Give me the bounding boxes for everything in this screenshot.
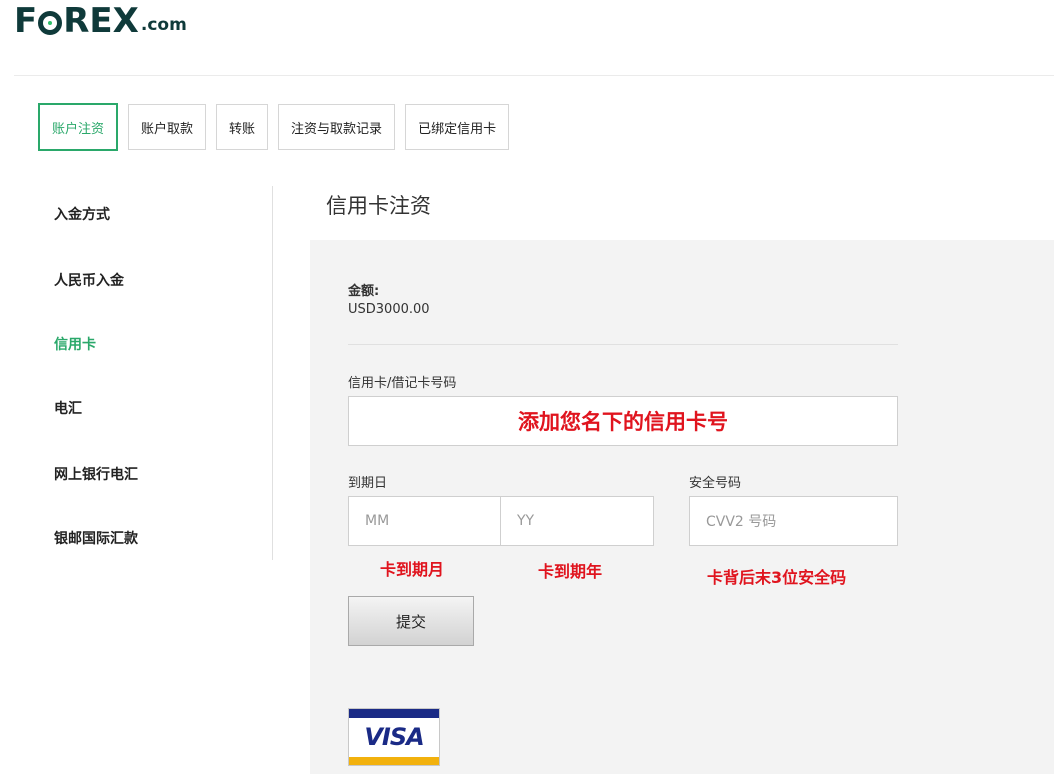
expiry-label: 到期日 [348,476,388,491]
sidebar-item-rmb-deposit[interactable]: 人民币入金 [54,270,124,290]
sidebar-item-online-bank-wire[interactable]: 网上银行电汇 [54,464,138,484]
tab-label: 已绑定信用卡 [418,121,497,137]
cvv-label: 安全号码 [689,476,742,491]
sidebar-item-deposit-methods[interactable]: 入金方式 [54,204,110,224]
visa-logo-icon: VISA [348,708,440,766]
logo-o-icon [38,11,63,35]
tab-label: 账户取款 [141,121,194,137]
logo-text-rex: REX [63,1,139,41]
submit-label: 提交 [395,612,426,631]
tab-history[interactable]: 注资与取款记录 [278,104,396,150]
card-number-label: 信用卡/借记卡号码 [348,376,457,391]
visa-text: VISA [364,723,424,751]
year-note: 卡到期年 [538,562,603,581]
month-placeholder: MM [365,513,390,529]
deposit-form-panel: 金额: USD3000.00 信用卡/借记卡号码 添加您名下的信用卡号 到期日 … [310,240,1054,774]
tab-label: 转账 [229,121,256,137]
expiry-year-input[interactable]: YY [500,496,654,546]
visa-stripe-bottom [349,757,439,765]
tab-bar: 账户注资 账户取款 转账 注资与取款记录 已绑定信用卡 [38,103,510,151]
card-number-input[interactable]: 添加您名下的信用卡号 [348,396,898,446]
form-divider [348,344,898,345]
page: F REX .com 账户注资 账户取款 转账 注资与取款记录 已绑定信用卡 入… [0,0,1054,774]
cvv-input[interactable]: CVV2 号码 [689,496,898,546]
visa-stripe-top [349,709,439,718]
month-note: 卡到期月 [380,560,445,579]
sidebar-item-international-remit[interactable]: 银邮国际汇款 [54,528,138,548]
sidebar: 入金方式 人民币入金 信用卡 电汇 网上银行电汇 银邮国际汇款 [54,186,273,560]
year-placeholder: YY [517,513,535,529]
amount-label: 金额: [348,284,380,299]
sidebar-item-credit-card[interactable]: 信用卡 [54,334,96,354]
tab-bound-cards[interactable]: 已绑定信用卡 [405,104,510,150]
tab-label: 注资与取款记录 [291,121,383,137]
tab-label: 账户注资 [52,121,105,137]
logo-text-f: F [14,1,38,41]
submit-button[interactable]: 提交 [348,596,474,646]
sidebar-item-wire[interactable]: 电汇 [54,398,82,418]
expiry-month-input[interactable]: MM [348,496,501,546]
tab-transfer[interactable]: 转账 [216,104,269,150]
card-number-note: 添加您名下的信用卡号 [518,410,728,434]
forex-logo[interactable]: F REX .com [14,4,187,38]
tab-withdraw[interactable]: 账户取款 [128,104,207,150]
cvv-placeholder: CVV2 号码 [706,514,777,530]
tab-deposit[interactable]: 账户注资 [38,103,119,151]
logo-suffix: .com [140,15,187,35]
amount-value: USD3000.00 [348,302,430,317]
cvv-note: 卡背后末3位安全码 [707,568,847,587]
header-divider [14,75,1054,76]
page-title: 信用卡注资 [326,194,431,218]
